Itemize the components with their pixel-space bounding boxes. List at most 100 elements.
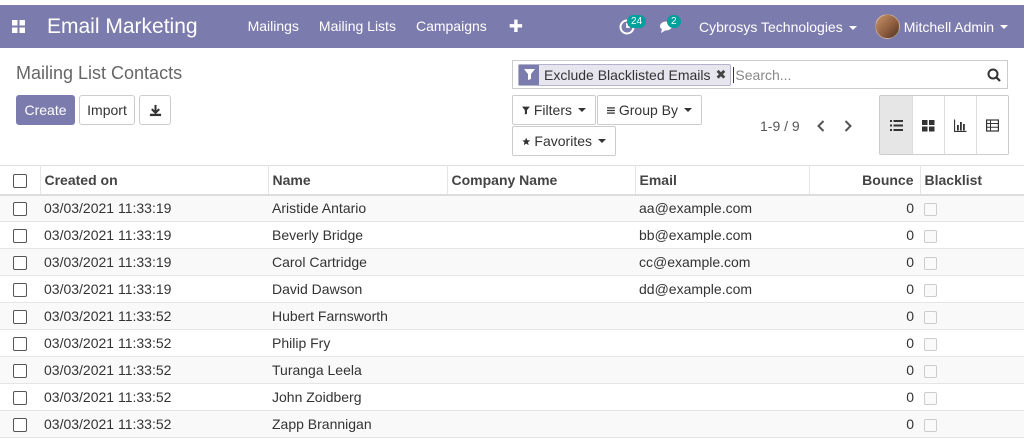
cell-blacklist bbox=[920, 222, 1024, 249]
cell-company bbox=[447, 330, 635, 357]
cell-company bbox=[447, 195, 635, 222]
row-checkbox[interactable] bbox=[13, 364, 27, 379]
contacts-list: Created on Name Company Name Email Bounc… bbox=[0, 165, 1024, 438]
row-select-cell bbox=[0, 330, 40, 357]
row-checkbox[interactable] bbox=[13, 337, 27, 352]
cell-created-on: 03/03/2021 11:33:19 bbox=[44, 200, 172, 217]
filters-dropdown[interactable]: Filters bbox=[512, 95, 596, 125]
app-title[interactable]: Email Marketing bbox=[47, 15, 198, 39]
cell-blacklist bbox=[920, 276, 1024, 303]
cell-company bbox=[447, 357, 635, 384]
message-count-badge: 2 bbox=[667, 15, 681, 28]
cell-bounce: 0 bbox=[906, 335, 914, 351]
row-checkbox[interactable] bbox=[13, 202, 27, 217]
close-icon[interactable]: ✖ bbox=[716, 67, 727, 83]
menu-item-mailing-lists[interactable]: Mailing Lists bbox=[309, 5, 406, 48]
cell-blacklist bbox=[920, 249, 1024, 276]
navbar-systray: 24 2 Cybrosys Technologies Mitchell Admi… bbox=[607, 5, 1024, 48]
user-menu[interactable]: Mitchell Admin bbox=[869, 14, 1024, 39]
chevron-right-icon[interactable] bbox=[838, 116, 858, 136]
table-row[interactable]: 03/03/2021 11:33:52 Hubert Farnsworth 0 bbox=[0, 302, 1024, 330]
column-name[interactable]: Name bbox=[267, 165, 447, 195]
cell-company bbox=[447, 303, 635, 330]
select-all-cell bbox=[0, 166, 40, 195]
user-name: Mitchell Admin bbox=[903, 18, 994, 35]
menu-item-mailings[interactable]: Mailings bbox=[238, 5, 309, 48]
cell-company bbox=[447, 411, 635, 438]
row-checkbox[interactable] bbox=[13, 310, 27, 325]
column-created-on[interactable]: Created on bbox=[39, 165, 268, 195]
download-button[interactable] bbox=[139, 95, 171, 125]
top-navbar: Email Marketing Mailings Mailing Lists C… bbox=[0, 5, 1024, 48]
blacklist-checkbox bbox=[924, 418, 937, 432]
cell-company bbox=[447, 384, 635, 411]
table-row[interactable]: 03/03/2021 11:33:52 Philip Fry 0 bbox=[0, 330, 1024, 357]
cell-blacklist bbox=[920, 330, 1024, 357]
create-button[interactable]: Create bbox=[16, 95, 75, 125]
chevron-left-icon[interactable] bbox=[811, 116, 831, 136]
table-row[interactable]: 03/03/2021 11:33:19 Beverly Bridge bb@ex… bbox=[0, 222, 1024, 249]
facet-label: Exclude Blacklisted Emails bbox=[544, 66, 711, 83]
cell-email: aa@example.com bbox=[639, 200, 753, 217]
plus-icon[interactable]: ✚ bbox=[497, 5, 535, 48]
row-checkbox[interactable] bbox=[13, 391, 27, 406]
search-input[interactable] bbox=[733, 66, 981, 83]
table-row[interactable]: 03/03/2021 11:33:19 David Dawson dd@exam… bbox=[0, 276, 1024, 303]
search-bar: Exclude Blacklisted Emails ✖ bbox=[512, 60, 1008, 89]
messages-icon[interactable]: 2 bbox=[647, 5, 687, 48]
cell-name: Beverly Bridge bbox=[272, 227, 364, 243]
table-row[interactable]: 03/03/2021 11:33:52 Turanga Leela 0 bbox=[0, 356, 1024, 384]
bars-icon bbox=[607, 106, 615, 114]
list-view-icon[interactable] bbox=[880, 96, 912, 154]
groupby-dropdown[interactable]: Group By bbox=[597, 95, 702, 125]
row-checkbox[interactable] bbox=[13, 256, 27, 271]
row-select-cell bbox=[0, 276, 40, 303]
table-row[interactable]: 03/03/2021 11:33:19 Aristide Antario aa@… bbox=[0, 194, 1024, 222]
column-blacklist[interactable]: Blacklist bbox=[919, 165, 1024, 195]
cell-email: cc@example.com bbox=[639, 254, 751, 270]
cell-bounce: 0 bbox=[906, 308, 914, 324]
groupby-label: Group By bbox=[618, 102, 678, 118]
row-checkbox[interactable] bbox=[13, 229, 27, 244]
cell-email bbox=[635, 411, 809, 438]
table-row[interactable]: 03/03/2021 11:33:19 Carol Cartridge cc@e… bbox=[0, 248, 1024, 276]
cell-name: Turanga Leela bbox=[272, 362, 362, 378]
apps-menu-icon[interactable] bbox=[0, 5, 36, 48]
activity-count-badge: 24 bbox=[627, 15, 647, 28]
search-icon[interactable] bbox=[981, 61, 1007, 88]
blacklist-checkbox bbox=[924, 229, 937, 243]
chevron-down-icon bbox=[848, 25, 857, 30]
company-switcher[interactable]: Cybrosys Technologies bbox=[687, 19, 869, 35]
cell-created-on: 03/03/2021 11:33:19 bbox=[44, 281, 172, 297]
table-row[interactable]: 03/03/2021 11:33:52 John Zoidberg 0 bbox=[0, 384, 1024, 411]
column-email[interactable]: Email bbox=[634, 165, 809, 195]
row-select-cell bbox=[0, 303, 40, 330]
cell-bounce: 0 bbox=[906, 362, 914, 378]
cell-created-on: 03/03/2021 11:33:52 bbox=[44, 335, 172, 351]
blacklist-checkbox bbox=[924, 283, 937, 297]
view-switcher bbox=[879, 95, 1009, 155]
activity-clock-icon[interactable]: 24 bbox=[607, 5, 647, 48]
cell-email bbox=[635, 384, 809, 411]
chevron-down-icon bbox=[684, 108, 692, 112]
blacklist-checkbox bbox=[924, 256, 937, 270]
cell-bounce: 0 bbox=[906, 416, 914, 432]
cell-company bbox=[447, 249, 635, 276]
menu-item-campaigns[interactable]: Campaigns bbox=[406, 5, 497, 48]
cell-bounce: 0 bbox=[906, 281, 914, 297]
select-all-checkbox[interactable] bbox=[12, 173, 27, 188]
kanban-view-icon[interactable] bbox=[912, 96, 944, 154]
cell-name: Carol Cartridge bbox=[272, 254, 367, 270]
table-row[interactable]: 03/03/2021 11:33:52 Zapp Brannigan 0 bbox=[0, 410, 1024, 438]
column-bounce[interactable]: Bounce bbox=[808, 165, 920, 195]
favorites-dropdown[interactable]: Favorites bbox=[512, 126, 616, 156]
pager-value[interactable]: 1-9 / 9 bbox=[760, 118, 800, 134]
import-button[interactable]: Import bbox=[79, 95, 135, 125]
chevron-down-icon bbox=[1000, 24, 1008, 29]
pivot-view-icon[interactable] bbox=[976, 96, 1008, 154]
row-checkbox[interactable] bbox=[13, 283, 27, 298]
row-checkbox[interactable] bbox=[13, 418, 27, 433]
column-company-name[interactable]: Company Name bbox=[446, 165, 635, 195]
row-select-cell bbox=[0, 249, 40, 276]
graph-view-icon[interactable] bbox=[944, 96, 976, 154]
